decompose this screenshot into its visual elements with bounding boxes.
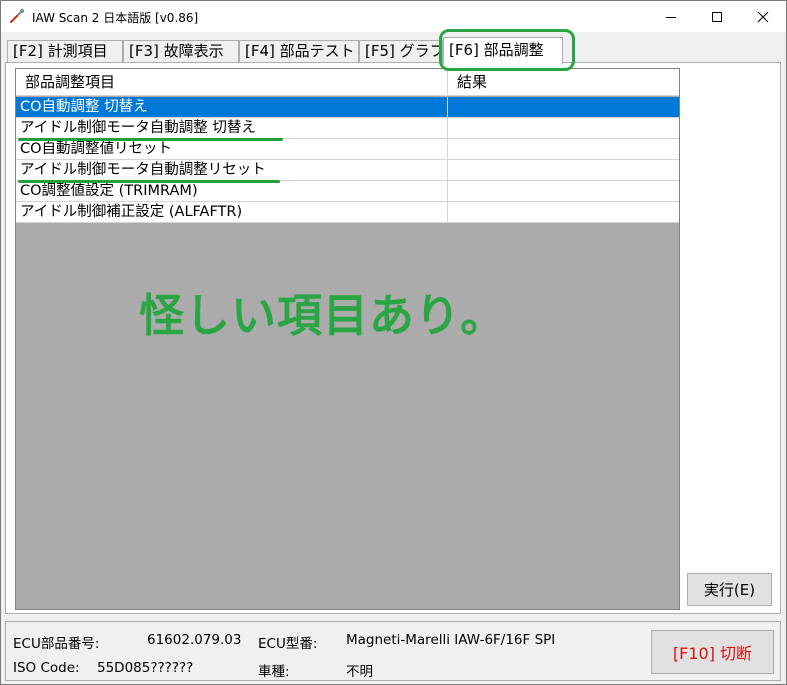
- annotation-underline: [18, 138, 283, 141]
- app-window: IAW Scan 2 日本語版 [v0.86] [F2] 計測項目 [F3] 故…: [0, 0, 787, 685]
- grid-header: 部品調整項目 結果: [16, 69, 679, 96]
- row-item-cell: アイドル制御補正設定 (ALFAFTR): [16, 202, 448, 222]
- disconnect-button[interactable]: [F10] 切断: [651, 630, 774, 674]
- table-row[interactable]: CO自動調整値リセット: [16, 139, 679, 160]
- close-button[interactable]: [740, 1, 786, 32]
- minimize-icon: [666, 16, 676, 18]
- adjust-grid: 部品調整項目 結果 CO自動調整 切替え アイドル制御モータ自動調整 切替え C…: [15, 68, 680, 610]
- row-result-cell: [448, 118, 679, 138]
- row-item-cell: CO自動調整値リセット: [16, 139, 448, 159]
- row-result-cell: [448, 202, 679, 222]
- table-row[interactable]: アイドル制御モータ自動調整 切替え: [16, 118, 679, 139]
- table-row[interactable]: アイドル制御補正設定 (ALFAFTR): [16, 202, 679, 223]
- row-item-cell: アイドル制御モータ自動調整 切替え: [16, 118, 448, 138]
- tab-f3-fault-display[interactable]: [F3] 故障表示: [123, 40, 239, 63]
- maximize-button[interactable]: [694, 1, 740, 32]
- column-header-item[interactable]: 部品調整項目: [16, 69, 448, 96]
- row-item-cell: CO調整値設定 (TRIMRAM): [16, 181, 448, 201]
- window-title: IAW Scan 2 日本語版 [v0.86]: [32, 11, 199, 25]
- wrench-icon: [9, 8, 25, 24]
- row-result-cell: [448, 97, 679, 117]
- annotation-text: 怪しい項目あり。: [139, 289, 507, 342]
- table-row[interactable]: CO自動調整 切替え: [16, 97, 679, 118]
- minimize-button[interactable]: [648, 1, 694, 32]
- iso-code-label: ISO Code:: [13, 660, 80, 676]
- table-row[interactable]: CO調整値設定 (TRIMRAM): [16, 181, 679, 202]
- row-result-cell: [448, 181, 679, 201]
- status-panel: ECU部品番号: 61602.079.03 ECU型番: Magneti-Mar…: [5, 621, 781, 681]
- table-row[interactable]: アイドル制御モータ自動調整リセット: [16, 160, 679, 181]
- ecu-type-label: ECU型番:: [258, 636, 318, 652]
- row-result-cell: [448, 139, 679, 159]
- vehicle-label: 車種:: [258, 664, 290, 680]
- close-icon: [757, 11, 769, 22]
- ecu-part-value: 61602.079.03: [147, 632, 242, 648]
- ecu-type-value: Magneti-Marelli IAW-6F/16F SPI: [346, 632, 556, 648]
- vehicle-value: 不明: [346, 664, 373, 680]
- row-item-cell: アイドル制御モータ自動調整リセット: [16, 160, 448, 180]
- tab-f4-component-test[interactable]: [F4] 部品テスト: [239, 40, 359, 63]
- annotation-underline: [18, 180, 280, 183]
- ecu-part-label: ECU部品番号:: [13, 636, 100, 652]
- tab-f5-graph[interactable]: [F5] グラフ: [359, 40, 443, 63]
- tab-panel-adjust: 部品調整項目 結果 CO自動調整 切替え アイドル制御モータ自動調整 切替え C…: [5, 62, 781, 614]
- execute-button[interactable]: 実行(E): [687, 573, 772, 606]
- column-header-result[interactable]: 結果: [448, 69, 679, 96]
- maximize-icon: [712, 11, 722, 22]
- row-item-cell: CO自動調整 切替え: [16, 97, 448, 117]
- row-result-cell: [448, 160, 679, 180]
- tab-f2-measurement[interactable]: [F2] 計測項目: [7, 40, 123, 63]
- iso-code-value: 55D085??????: [97, 660, 194, 676]
- title-bar[interactable]: IAW Scan 2 日本語版 [v0.86]: [1, 1, 786, 32]
- tab-f6-component-adjust[interactable]: [F6] 部品調整: [443, 37, 563, 64]
